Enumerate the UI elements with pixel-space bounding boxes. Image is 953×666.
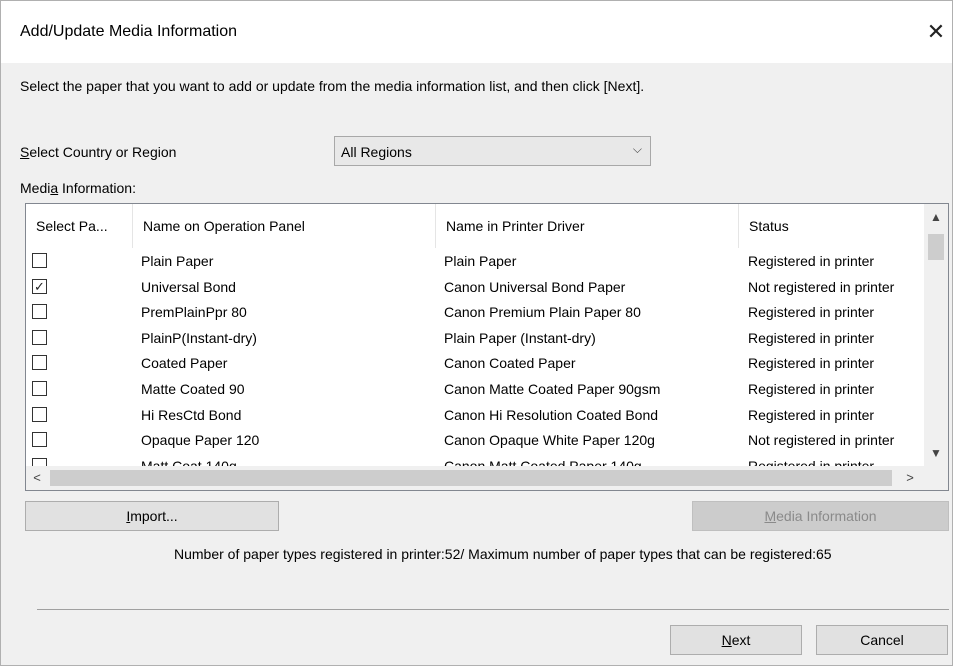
- row-checkbox[interactable]: [32, 253, 47, 268]
- cell-panel-name: PlainP(Instant-dry): [141, 329, 257, 346]
- column-header-driver-name[interactable]: Name in Printer Driver: [436, 204, 739, 248]
- footer-divider: [37, 609, 949, 610]
- cell-driver-name: Plain Paper: [444, 253, 517, 269]
- title-bar: Add/Update Media Information ✕: [1, 1, 952, 63]
- row-checkbox[interactable]: [32, 329, 47, 345]
- row-checkbox[interactable]: [32, 304, 47, 320]
- cell-status: Not registered in printer: [748, 278, 895, 295]
- instruction-text: Select the paper that you want to add or…: [20, 78, 645, 94]
- cell-status: Not registered in printer: [748, 432, 895, 449]
- cell-driver-name: Canon Premium Plain Paper 80: [444, 304, 641, 321]
- dialog-title: Add/Update Media Information: [20, 23, 238, 40]
- import-button[interactable]: Import...: [25, 501, 279, 531]
- cell-panel-name: Matte Coated 90: [141, 381, 245, 397]
- scrollbar-corner: [924, 466, 948, 490]
- close-icon[interactable]: ✕: [923, 17, 949, 47]
- horizontal-scrollbar[interactable]: < >: [26, 466, 924, 490]
- scroll-down-icon[interactable]: ▼: [924, 442, 948, 464]
- cell-panel-name: Hi ResCtd Bond: [141, 406, 242, 423]
- cell-status: Registered in printer: [748, 457, 875, 466]
- row-checkbox[interactable]: [32, 432, 47, 448]
- scroll-up-icon[interactable]: ▲: [924, 206, 948, 228]
- cell-panel-name: Coated Paper: [141, 355, 228, 372]
- cell-driver-name: Canon Hi Resolution Coated Bond: [444, 406, 659, 423]
- media-info-label: Media Information:: [20, 180, 136, 196]
- next-button[interactable]: Next: [670, 625, 802, 655]
- table-row[interactable]: PlainP(Instant-dry) Plain Paper (Instant-…: [26, 325, 924, 351]
- cell-panel-name: Opaque Paper 120: [141, 432, 260, 449]
- chevron-down-icon: ⌵: [632, 142, 642, 156]
- table-row[interactable]: Coated Paper Canon Coated Paper Registered…: [26, 350, 924, 376]
- table-row[interactable]: Matte Coated 90 Canon Matte Coated Paper …: [26, 376, 924, 402]
- column-header-select[interactable]: Select Pa...: [26, 204, 133, 248]
- cell-status: Registered in printer: [748, 304, 875, 321]
- table-row[interactable]: Matt Coat 140g Canon Matt Coated Paper 14…: [26, 453, 924, 466]
- cell-driver-name: Canon Universal Bond Paper: [444, 278, 626, 295]
- table-row[interactable]: Opaque Paper 120 Canon Opaque White Paper…: [26, 427, 924, 453]
- country-label: Select Country or Region: [20, 144, 177, 160]
- cell-panel-name: PremPlainPpr 80: [141, 304, 247, 321]
- list-header: Select Pa... Name on Operation Panel Nam…: [26, 204, 924, 248]
- scroll-right-icon[interactable]: >: [898, 466, 922, 490]
- cell-status: Registered in printer: [748, 329, 875, 346]
- media-info-list[interactable]: Select Pa... Name on Operation Panel Nam…: [25, 203, 949, 491]
- row-checkbox[interactable]: ✓: [32, 278, 47, 294]
- cell-panel-name: Universal Bond: [141, 278, 236, 295]
- add-update-media-dialog: Add/Update Media Information ✕ Select th…: [0, 0, 953, 666]
- table-row[interactable]: PremPlainPpr 80 Canon Premium Plain Paper…: [26, 299, 924, 325]
- table-row[interactable]: Hi ResCtd Bond Canon Hi Resolution Coated…: [26, 402, 924, 428]
- cell-panel-name: Plain Paper: [141, 253, 214, 269]
- cell-status: Registered in printer: [748, 253, 875, 269]
- horizontal-scroll-thumb[interactable]: [50, 470, 892, 486]
- list-rows: Plain Paper Plain Paper Registered in prin…: [26, 248, 924, 466]
- row-checkbox[interactable]: [32, 457, 47, 466]
- cell-status: Registered in printer: [748, 406, 875, 423]
- media-information-button[interactable]: Media Information: [692, 501, 949, 531]
- column-header-panel-name[interactable]: Name on Operation Panel: [133, 204, 436, 248]
- cell-driver-name: Canon Matt Coated Paper 140g: [444, 457, 642, 466]
- vertical-scrollbar[interactable]: ▲ ▼: [924, 204, 948, 466]
- paper-type-count: Number of paper types registered in prin…: [174, 546, 832, 562]
- table-row[interactable]: ✓ Universal Bond Canon Universal Bond Pape…: [26, 274, 924, 300]
- country-region-value: All Regions: [341, 144, 412, 160]
- cancel-button[interactable]: Cancel: [816, 625, 948, 655]
- cell-status: Registered in printer: [748, 355, 875, 372]
- cell-driver-name: Canon Matte Coated Paper 90gsm: [444, 381, 661, 397]
- column-header-status[interactable]: Status: [739, 204, 924, 248]
- table-row[interactable]: Plain Paper Plain Paper Registered in prin…: [26, 248, 924, 274]
- vertical-scroll-thumb[interactable]: [928, 234, 944, 260]
- cell-panel-name: Matt Coat 140g: [141, 457, 237, 466]
- row-checkbox[interactable]: [32, 355, 47, 371]
- scroll-left-icon[interactable]: <: [26, 466, 48, 490]
- cell-driver-name: Canon Coated Paper: [444, 355, 576, 372]
- cell-status: Registered in printer: [748, 381, 875, 397]
- row-checkbox[interactable]: [32, 381, 47, 396]
- cell-driver-name: Canon Opaque White Paper 120g: [444, 432, 655, 449]
- country-region-select[interactable]: All Regions ⌵: [334, 136, 651, 166]
- cell-driver-name: Plain Paper (Instant-dry): [444, 329, 596, 346]
- row-checkbox[interactable]: [32, 406, 47, 422]
